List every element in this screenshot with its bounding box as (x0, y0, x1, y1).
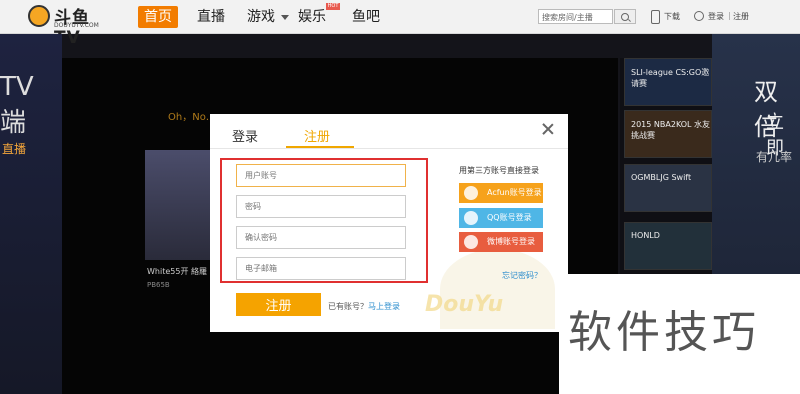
event-card-title: HONLD (631, 231, 660, 240)
event-card[interactable]: SLI-league CS:GO邀请赛 (624, 58, 712, 106)
stream-title: White55开 絡羅 (147, 267, 207, 276)
stream-thumbnail[interactable] (145, 150, 215, 260)
tab-register[interactable]: 注册 (304, 126, 330, 145)
top-nav-bar: 斗鱼TV DOUYUTV.COM 首页 直播 游戏 娱乐 HOT 鱼吧 搜索房间… (0, 0, 800, 48)
event-card[interactable]: HONLD (624, 222, 712, 270)
logo-subtext: DOUYUTV.COM (54, 22, 99, 29)
have-account-label: 已有账号？ (328, 302, 368, 311)
hot-badge: HOT (326, 3, 340, 10)
weibo-login-button[interactable]: 微博账号登录 (459, 232, 543, 252)
email-field[interactable] (236, 257, 406, 280)
weibo-login-label: 微博账号登录 (487, 237, 535, 246)
acfun-login-button[interactable]: Acfun账号登录 (459, 183, 543, 203)
mobile-download-icon[interactable] (651, 10, 660, 24)
nav-games[interactable]: 游戏 (247, 6, 275, 28)
mascot-illustration (440, 249, 555, 329)
event-card-title: OGMBLJG Swift (631, 173, 692, 182)
acfun-icon (464, 186, 478, 200)
header-divider (210, 148, 568, 149)
user-icon (694, 11, 704, 21)
weibo-icon (464, 235, 478, 249)
watermark-text: 软件技巧 (568, 307, 760, 358)
chevron-down-icon (281, 15, 289, 20)
right-banner-note: 有几率 (756, 150, 793, 164)
register-modal: 登录 注册 DouYu 注册 已有账号？马上登录 用第三方账号直接登录 Acfu… (210, 114, 568, 332)
event-card-title: 2015 NBA2KOL 水友挑战赛 (631, 120, 711, 140)
left-banner-line-2: 端 (0, 108, 27, 138)
register-button[interactable]: 注册 (236, 293, 321, 316)
login-link[interactable]: 登录 (708, 11, 724, 22)
nav-entertainment[interactable]: 娱乐 (298, 6, 326, 28)
search-button[interactable] (614, 9, 636, 24)
link-separator: | (728, 11, 731, 20)
username-field[interactable] (236, 164, 406, 187)
third-party-title: 用第三方账号直接登录 (459, 166, 539, 175)
qq-login-label: QQ账号登录 (487, 213, 532, 222)
search-icon (621, 13, 629, 21)
nav-home[interactable]: 首页 (138, 6, 178, 28)
acfun-login-label: Acfun账号登录 (487, 188, 542, 197)
search-input[interactable]: 搜索房间/主播 (538, 9, 613, 24)
mascot-logo-text: DouYu (425, 292, 504, 317)
tab-login[interactable]: 登录 (232, 126, 258, 145)
nav-live[interactable]: 直播 (197, 6, 225, 28)
douyu-logo[interactable]: 斗鱼TV DOUYUTV.COM (28, 3, 114, 48)
login-now-link[interactable]: 马上登录 (368, 302, 400, 311)
close-icon[interactable] (542, 123, 554, 135)
left-banner-small: 直播 (2, 142, 27, 156)
have-account-text: 已有账号？马上登录 (328, 301, 400, 312)
event-card[interactable]: 2015 NBA2KOL 水友挑战赛 (624, 110, 712, 158)
event-card[interactable]: OGMBLJG Swift (624, 164, 712, 212)
nav-fish-bar[interactable]: 鱼吧 (352, 6, 380, 28)
fish-logo-icon (28, 5, 50, 27)
password-field[interactable] (236, 195, 406, 218)
register-link[interactable]: 注册 (733, 11, 749, 22)
forgot-password-link[interactable]: 忘记密码？ (502, 270, 542, 281)
left-banner-line-1: TV (0, 72, 34, 102)
qq-penguin-icon (464, 211, 478, 225)
qq-login-button[interactable]: QQ账号登录 (459, 208, 543, 228)
stream-meta: PB65B (147, 281, 170, 289)
download-link[interactable]: 下载 (664, 11, 680, 22)
confirm-password-field[interactable] (236, 226, 406, 249)
event-card-title: SLI-league CS:GO邀请赛 (631, 68, 710, 88)
